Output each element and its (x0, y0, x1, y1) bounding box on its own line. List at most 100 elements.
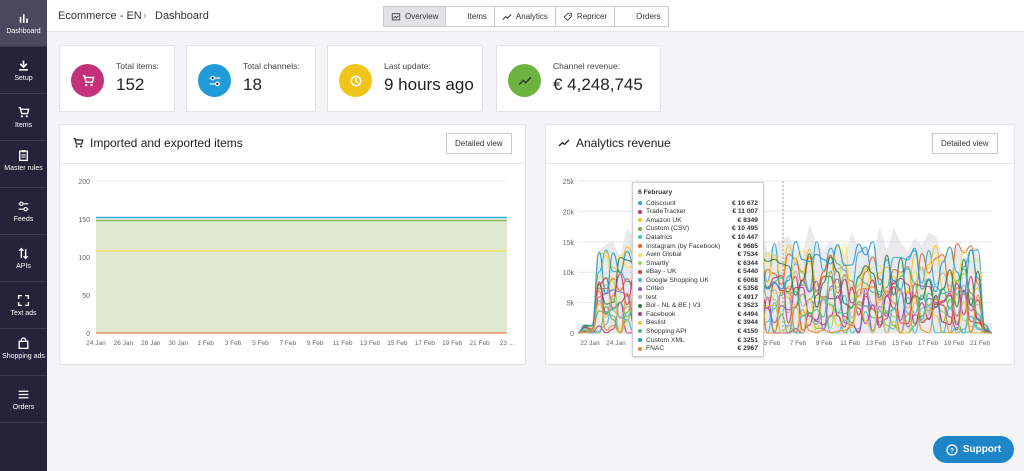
x-tick-label: 7 Feb (790, 340, 807, 347)
tooltip-series-name: FNAC (646, 345, 665, 353)
tooltip-row: eBay - UK € 5440 (638, 267, 758, 276)
tooltip-row: Bol - NL & BE | V3 € 3523 (638, 302, 758, 311)
tab-orders[interactable]: Orders (614, 6, 669, 27)
x-tick-label: 24 Jan (606, 340, 626, 347)
series-color-dot (638, 252, 642, 257)
revenue-panel-title: Analytics revenue (558, 136, 671, 150)
series-color-dot (638, 346, 642, 351)
sidebar-item-apis[interactable]: APIs (0, 235, 47, 282)
tab-analytics[interactable]: Analytics (493, 6, 556, 27)
series-color-dot (638, 235, 642, 240)
x-tick-label: 15 Feb (387, 340, 408, 347)
tooltip-series-name: Shopping API (646, 327, 687, 335)
sliders-icon (18, 201, 29, 212)
cart-icon (82, 74, 94, 86)
stat-card-total-channels: Total channels: 18 (186, 45, 316, 112)
sidebar-item-label: Items (14, 122, 33, 129)
tooltip-series-name: Awin Global (646, 251, 682, 259)
revenue-chart: 05k10k15k20k25k22 Jan24 Jan26 Jan28 Jan3… (563, 179, 993, 347)
sidebar: Dashboard Setup Items Master rules Feeds APIs… (0, 0, 47, 471)
tab-repricer[interactable]: Repricer (554, 6, 616, 27)
tooltip-series-name: Amazon UK (646, 216, 682, 224)
x-tick-label: 22 Jan (580, 340, 600, 347)
stat-value: 9 hours ago (384, 75, 474, 94)
x-tick-label: 19 Feb (944, 340, 965, 347)
tooltip-row: Instagram (by Facebook) € 9685 (638, 242, 758, 251)
sidebar-item-orders[interactable]: Orders (0, 376, 47, 423)
sidebar-item-master-rules[interactable]: Master rules (0, 141, 47, 188)
tooltip-series-value: € 6068 (737, 276, 758, 284)
series-color-dot (638, 278, 642, 283)
tooltip-series-value: € 4150 (737, 327, 758, 335)
x-tick-label: 17 Feb (415, 340, 436, 347)
x-tick-label: 3 Feb (225, 340, 242, 347)
sidebar-item-dashboard[interactable]: Dashboard (0, 0, 47, 47)
stat-icon-circle (71, 64, 104, 97)
clock-icon (350, 75, 361, 86)
breadcrumb-root[interactable]: Ecommerce - EN (58, 10, 142, 22)
tag-icon (563, 12, 572, 21)
tab-items[interactable]: Items (445, 6, 495, 27)
tooltip-series-value: € 6344 (737, 259, 758, 267)
sidebar-item-text-ads[interactable]: Text ads (0, 282, 47, 329)
stat-icon-circle (508, 64, 541, 97)
sidebar-item-label: Dashboard (6, 28, 41, 35)
x-tick-label: 13 Feb (360, 340, 381, 347)
y-tick-label: 0 (86, 331, 90, 338)
sidebar-item-feeds[interactable]: Feeds (0, 188, 47, 235)
sidebar-item-shopping-ads[interactable]: Shopping ads (0, 329, 47, 376)
cart-icon (18, 106, 30, 118)
x-tick-label: 5 Feb (252, 340, 269, 347)
sidebar-item-label: Shopping ads (2, 353, 45, 360)
tooltip-series-name: Datatrics (646, 233, 673, 241)
series-color-dot (638, 269, 642, 274)
series-color-dot (638, 338, 642, 343)
tooltip-row: test € 4917 (638, 293, 758, 302)
tooltip-row: Custom XML € 3251 (638, 336, 758, 345)
x-tick-label: 5 Feb (764, 340, 781, 347)
y-tick-label: 0 (570, 331, 574, 338)
revenue-detailed-view-button[interactable]: Detailed view (932, 133, 998, 154)
clipboard-icon (19, 150, 28, 162)
x-tick-label: 21 Feb (469, 340, 490, 347)
stat-icon-circle (339, 64, 372, 97)
sliders-icon (209, 75, 220, 86)
tooltip-series-name: Beslist (646, 319, 666, 327)
tooltip-series-name: Facebook (646, 310, 676, 318)
revenue-panel: Analytics revenue Detailed view 0 5k 10k 15… (545, 124, 1015, 365)
bar-chart-icon (19, 14, 28, 23)
tooltip-row: Shopping API € 4150 (638, 327, 758, 336)
swap-icon (18, 247, 29, 260)
y-tick-label: 100 (78, 255, 90, 262)
x-tick-label: 13 Feb (866, 340, 887, 347)
tooltip-series-value: € 5440 (737, 268, 758, 276)
help-icon: ? (946, 443, 958, 456)
stat-icon-circle (198, 64, 231, 97)
tab-label: Analytics (515, 12, 548, 21)
stat-label: Last update: (384, 61, 431, 71)
fullscreen-icon (17, 294, 30, 307)
tab-label: Items (467, 12, 487, 21)
sidebar-item-setup[interactable]: Setup (0, 47, 47, 94)
stat-card-channel-revenue: Channel revenue: € 4,248,745 (496, 45, 661, 112)
tab-overview[interactable]: Overview (383, 6, 447, 27)
sidebar-item-label: Master rules (4, 165, 43, 172)
x-tick-label: 11 Feb (840, 340, 860, 347)
cart-icon (73, 137, 84, 148)
x-tick-label: 11 Feb (333, 340, 353, 347)
tooltip-series-value: € 2967 (737, 345, 758, 353)
download-icon (19, 60, 28, 71)
stat-label: Total items: (116, 61, 159, 71)
x-tick-label: 15 Feb (892, 340, 913, 347)
tooltip-row: Cdiscount € 10 672 (638, 199, 758, 208)
x-tick-label: 9 Feb (816, 340, 833, 347)
items-detailed-view-button[interactable]: Detailed view (446, 133, 512, 154)
list-icon (18, 390, 29, 399)
tooltip-row: Custom (CSV) € 10 495 (638, 225, 758, 234)
tooltip-row: Smartly € 6344 (638, 259, 758, 268)
x-tick-label: 21 Feb (970, 340, 991, 347)
support-button[interactable]: ? Support (933, 436, 1014, 463)
sidebar-item-items[interactable]: Items (0, 94, 47, 141)
x-tick-label: 23 ... (500, 340, 515, 347)
items-panel-title-text: Imported and exported items (90, 136, 243, 150)
